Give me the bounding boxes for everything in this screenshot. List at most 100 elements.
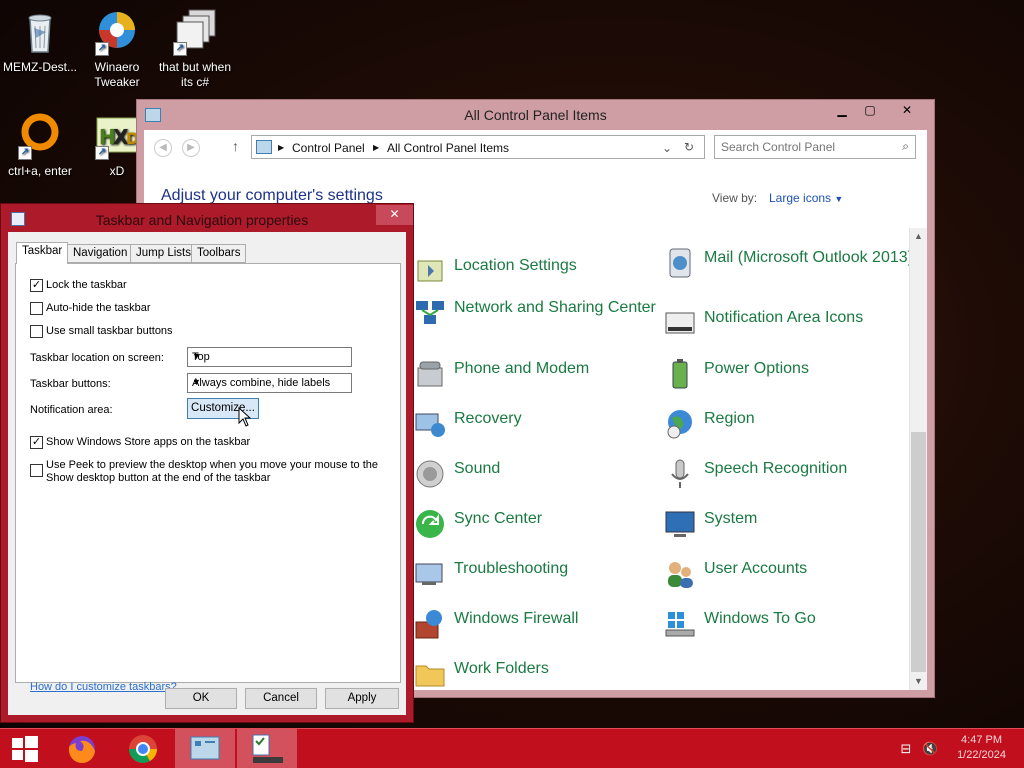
- taskbar-clock[interactable]: 4:47 PM 1/22/2024: [957, 733, 1006, 763]
- dialog-close-button[interactable]: ✕: [376, 205, 413, 225]
- view-by-dropdown[interactable]: Large icons ▼: [769, 191, 843, 205]
- windows-logo-icon: [12, 736, 38, 762]
- maximize-button[interactable]: ▢: [857, 100, 883, 121]
- item-label: Troubleshooting: [454, 560, 569, 577]
- tab-taskbar[interactable]: Taskbar: [16, 242, 69, 264]
- chevron-down-icon: ▼: [192, 377, 201, 387]
- notification-area-icon: [664, 307, 696, 339]
- location-select[interactable]: Top ▼: [187, 347, 352, 367]
- refresh-icon[interactable]: ↻: [684, 140, 694, 154]
- phone-icon: [414, 358, 446, 390]
- forward-button[interactable]: ▶: [182, 139, 200, 157]
- item-label: Region: [704, 410, 755, 427]
- help-link[interactable]: How do I customize taskbars?: [30, 681, 177, 693]
- checkbox-label: Show Windows Store apps on the taskbar: [46, 436, 251, 448]
- desktop-icon-that-but-when[interactable]: ↗ that but when its c#: [155, 8, 235, 90]
- cancel-button[interactable]: Cancel: [245, 688, 317, 709]
- item-label: Windows To Go: [704, 610, 816, 627]
- firefox-taskbar-button[interactable]: [52, 729, 112, 768]
- checkbox-label: Auto-hide the taskbar: [46, 302, 151, 314]
- battery-icon: [664, 358, 696, 390]
- item-label: Notification Area Icons: [704, 309, 864, 326]
- scroll-thumb[interactable]: [911, 432, 926, 672]
- desktop-icon-label: MEMZ-Dest...: [3, 60, 77, 74]
- minimize-button[interactable]: ▁: [829, 100, 855, 121]
- network-icon[interactable]: ⊟: [898, 741, 914, 757]
- scroll-up-icon[interactable]: ▲: [910, 228, 927, 245]
- checkbox-box: ✓: [30, 436, 43, 449]
- tab-jump-lists[interactable]: Jump Lists: [130, 244, 197, 263]
- checkbox-box: [30, 302, 43, 315]
- tab-toolbars[interactable]: Toolbars: [191, 244, 247, 263]
- buttons-label: Taskbar buttons:: [30, 378, 111, 390]
- folder-icon: [414, 658, 446, 690]
- start-button[interactable]: [0, 729, 50, 768]
- sync-icon: [414, 508, 446, 540]
- buttons-select[interactable]: Always combine, hide labels ▼: [187, 373, 352, 393]
- control-panel-icon: [190, 736, 220, 760]
- item-label: User Accounts: [704, 560, 808, 577]
- desktop-icon-winaero[interactable]: ↗ Winaero Tweaker: [77, 8, 157, 90]
- taskbar-properties-dialog[interactable]: Taskbar and Navigation properties ✕ Task…: [0, 203, 414, 723]
- control-panel-titlebar[interactable]: All Control Panel Items ▁ ▢ ✕: [137, 100, 934, 130]
- location-settings-icon: [414, 255, 446, 287]
- chevron-down-icon: ▼: [834, 194, 844, 204]
- volume-muted-icon[interactable]: 🔇: [922, 741, 938, 757]
- item-label: Network and Sharing Center: [454, 299, 656, 316]
- breadcrumb-separator: ▶: [373, 143, 380, 152]
- taskbar-properties-taskbar-button[interactable]: [237, 729, 297, 768]
- breadcrumb-control-panel[interactable]: Control Panel: [292, 141, 365, 155]
- breadcrumb-separator: ▶: [278, 143, 285, 152]
- history-dropdown-icon[interactable]: ⌄: [662, 141, 672, 155]
- item-label: Location Settings: [454, 257, 577, 274]
- item-label: Mail (Microsoft Outlook 2013): [704, 249, 913, 266]
- window-title: All Control Panel Items: [464, 107, 607, 123]
- back-button[interactable]: ◀: [154, 139, 172, 157]
- firefox-icon: [68, 736, 95, 764]
- notification-area-label: Notification area:: [30, 404, 113, 416]
- troubleshooting-icon: [414, 558, 446, 590]
- item-label: Sound: [454, 460, 501, 477]
- desktop-icon-memz[interactable]: MEMZ-Dest...: [0, 8, 80, 75]
- recycle-bin-icon: [16, 8, 64, 56]
- view-by-label: View by:: [712, 191, 758, 205]
- address-bar[interactable]: ▶ Control Panel ▶ All Control Panel Item…: [251, 135, 705, 159]
- windows-to-go-icon: [664, 608, 696, 640]
- navigation-bar: ◀ ▶ ↑ ▶ Control Panel ▶ All Control Pane…: [144, 130, 927, 166]
- item-label: Windows Firewall: [454, 610, 579, 627]
- globe-icon: [664, 408, 696, 440]
- mail-icon: [664, 247, 696, 279]
- close-button[interactable]: ✕: [885, 100, 929, 121]
- view-by-value: Large icons: [769, 191, 832, 205]
- ok-button[interactable]: OK: [165, 688, 237, 709]
- dialog-title: Taskbar and Navigation properties: [95, 212, 309, 228]
- search-input[interactable]: [721, 137, 891, 157]
- shortcut-arrow-icon: ↗: [18, 146, 32, 160]
- recovery-icon: [414, 408, 446, 440]
- clock-date: 1/22/2024: [957, 749, 1006, 761]
- users-icon: [664, 558, 696, 590]
- control-panel-taskbar-button[interactable]: [175, 729, 235, 768]
- checkbox-box: ✓: [30, 279, 43, 292]
- checkbox-box: [30, 325, 43, 338]
- chrome-taskbar-button[interactable]: [113, 729, 173, 768]
- search-icon[interactable]: ⌕: [902, 139, 909, 154]
- chevron-down-icon: ▼: [192, 351, 201, 361]
- properties-icon: [252, 734, 283, 763]
- scroll-down-icon[interactable]: ▼: [910, 673, 927, 690]
- item-label: Recovery: [454, 410, 522, 427]
- tab-navigation[interactable]: Navigation: [67, 244, 134, 263]
- mouse-cursor-icon: [238, 407, 252, 427]
- breadcrumb-all-items[interactable]: All Control Panel Items: [387, 141, 509, 155]
- item-label: Phone and Modem: [454, 360, 590, 377]
- item-label: Work Folders: [454, 660, 549, 677]
- firewall-icon: [414, 608, 446, 640]
- search-box[interactable]: ⌕: [714, 135, 916, 159]
- clock-time: 4:47 PM: [961, 734, 1003, 746]
- up-arrow-icon[interactable]: ↑: [232, 138, 239, 154]
- desktop-icon-label: Winaero Tweaker: [94, 60, 140, 89]
- vertical-scrollbar[interactable]: ▲ ▼: [909, 228, 927, 690]
- apply-button[interactable]: Apply: [325, 688, 399, 709]
- taskbar: ⊟ 🔇 4:47 PM 1/22/2024: [0, 728, 1024, 768]
- desktop-icon-ctrl-a[interactable]: ↗ ctrl+a, enter: [0, 112, 80, 179]
